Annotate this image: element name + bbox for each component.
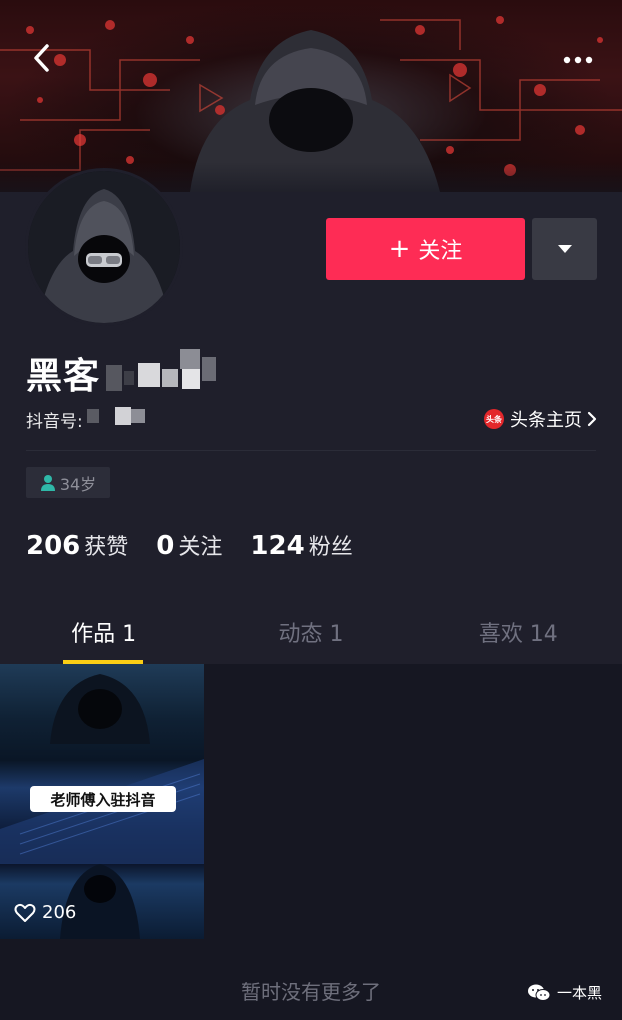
stat-following[interactable]: 0 关注 — [156, 529, 222, 561]
more-dots-icon — [563, 56, 593, 64]
plus-icon: + — [388, 234, 411, 264]
avatar-image — [28, 171, 180, 323]
profile-name: 黑客 — [26, 356, 101, 397]
profile-divider — [26, 450, 596, 451]
profile-tabs: 作品 1 动态 1 喜欢 14 — [0, 600, 622, 664]
chevron-right-icon — [587, 411, 597, 427]
toutiao-homepage-link[interactable]: 头条 头条主页 — [484, 404, 598, 434]
follow-button[interactable]: + 关注 — [326, 218, 525, 280]
video-likes: 206 — [14, 902, 76, 923]
video-likes-count: 206 — [42, 902, 77, 923]
douyin-id-label: 抖音号: — [26, 411, 83, 432]
blurred-douyin-id — [86, 406, 149, 432]
person-icon — [40, 475, 55, 491]
stat-followers[interactable]: 124 粉丝 — [250, 529, 352, 561]
toutiao-logo-icon: 头条 — [484, 409, 504, 429]
following-count: 0 — [156, 531, 175, 561]
watermark-text: 一本黑 — [556, 984, 602, 1002]
more-button[interactable] — [556, 42, 600, 78]
stat-likes[interactable]: 206 获赞 — [26, 529, 128, 561]
following-label: 关注 — [178, 535, 223, 560]
stats-row: 206 获赞 0 关注 124 粉丝 — [26, 525, 381, 565]
blurred-name-suffix — [106, 349, 218, 397]
heart-icon — [14, 903, 36, 922]
age-badge: 34岁 — [26, 467, 110, 498]
wechat-icon — [527, 984, 551, 1001]
likes-count: 206 — [26, 531, 81, 561]
douyin-id-row: 抖音号: — [26, 405, 149, 433]
profile-banner — [0, 0, 622, 192]
chevron-left-icon — [34, 44, 49, 72]
age-text: 34岁 — [59, 474, 97, 494]
content-area: 老师傅入驻抖音 206 暂时没有更多了 一本黑 — [0, 664, 622, 1020]
back-button[interactable] — [22, 38, 62, 78]
followers-label: 粉丝 — [308, 535, 353, 560]
video-caption: 老师傅入驻抖音 — [30, 786, 176, 812]
tab-works[interactable]: 作品 1 — [0, 600, 207, 664]
likes-label: 获赞 — [84, 535, 129, 560]
recommend-dropdown-button[interactable] — [532, 218, 597, 280]
avatar[interactable] — [25, 168, 183, 326]
wechat-watermark: 一本黑 — [527, 982, 602, 1003]
caret-down-icon — [557, 245, 572, 253]
follow-button-label: 关注 — [418, 239, 463, 264]
video-thumbnail[interactable]: 老师傅入驻抖音 206 — [0, 664, 204, 939]
tab-likes[interactable]: 喜欢 14 — [415, 600, 622, 664]
profile-name-row: 黑客 — [26, 349, 218, 397]
tab-activity[interactable]: 动态 1 — [207, 600, 414, 664]
toutiao-link-label: 头条主页 — [510, 410, 582, 431]
followers-count: 124 — [250, 531, 305, 561]
